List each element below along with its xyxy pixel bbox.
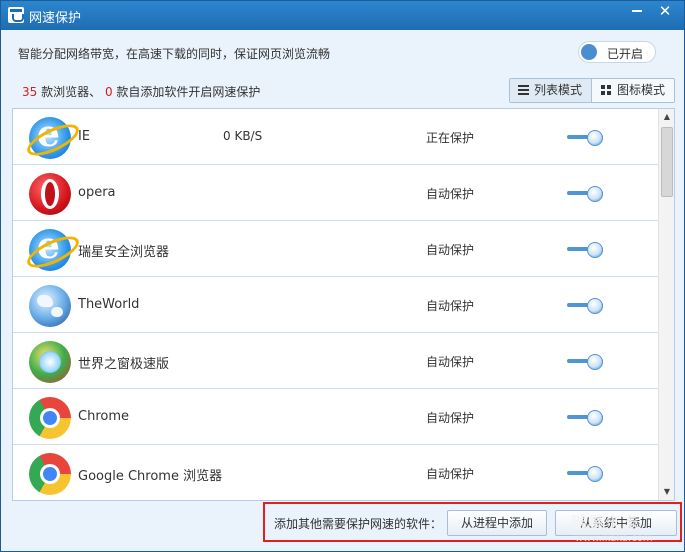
toggle-status-label: 已开启 xyxy=(607,47,644,61)
app-status: 正在保护 xyxy=(426,131,475,145)
icon-mode-label: 图标模式 xyxy=(617,83,666,97)
app-name: opera xyxy=(78,185,116,200)
protection-toggle[interactable] xyxy=(567,410,603,426)
app-status: 自动保护 xyxy=(426,467,475,481)
title-bar[interactable]: 网速保护 ✕ xyxy=(1,1,684,30)
scroll-thumb[interactable] xyxy=(661,127,673,197)
app-status: 自动保护 xyxy=(426,299,475,313)
scroll-down-arrow-icon[interactable]: ▼ xyxy=(659,484,674,500)
protected-count-summary: 35 款浏览器、 0 款自添加软件开启网速保护 xyxy=(22,83,260,100)
view-mode-switch: 列表模式 图标模式 xyxy=(509,78,675,103)
minimize-button[interactable] xyxy=(623,1,651,23)
ie-icon xyxy=(29,225,71,271)
list-item-theworld-chrome[interactable]: 世界之窗极速版 自动保护 xyxy=(13,333,658,389)
protection-master-toggle[interactable]: 已开启 xyxy=(578,41,656,63)
watermark-text: 瑞星卡卡 xyxy=(571,513,640,532)
list-item-chrome[interactable]: Chrome 自动保护 xyxy=(13,389,658,445)
browser-count-text: 款浏览器、 xyxy=(41,85,102,99)
app-name: 世界之窗极速版 xyxy=(78,357,170,372)
list-mode-label: 列表模式 xyxy=(534,83,583,97)
app-name: Google Chrome 浏览器 xyxy=(78,469,223,484)
list-mode-button[interactable]: 列表模式 xyxy=(510,79,592,102)
window-title: 网速保护 xyxy=(29,11,82,26)
list-item-rising-browser[interactable]: 瑞星安全浏览器 自动保护 xyxy=(13,221,658,277)
minimize-icon xyxy=(632,10,642,12)
toggle-knob xyxy=(581,44,597,60)
ie-icon xyxy=(29,113,71,159)
app-list: IE 0 KB/S 正在保护 opera 自动保护 瑞星安全浏览器 自动保护 T… xyxy=(12,108,675,501)
watermark-url: www.ikaka.com xyxy=(575,533,653,544)
add-software-label: 添加其他需要保护网速的软件： xyxy=(274,517,443,531)
vertical-scrollbar[interactable]: ▲ ▼ xyxy=(658,109,674,500)
app-name: TheWorld xyxy=(78,297,140,312)
feature-description: 智能分配网络带宽，在高速下载的同时，保证网页浏览流畅 xyxy=(18,47,331,61)
auto-add-text: 款自添加软件开启网速保护 xyxy=(116,85,261,99)
app-status: 自动保护 xyxy=(426,355,475,369)
icon-mode-button[interactable]: 图标模式 xyxy=(593,79,675,102)
app-status: 自动保护 xyxy=(426,411,475,425)
chrome-icon xyxy=(29,453,71,495)
protection-toggle[interactable] xyxy=(567,466,603,482)
protection-toggle[interactable] xyxy=(567,298,603,314)
auto-add-count: 0 xyxy=(104,85,113,99)
app-name: Chrome xyxy=(78,409,129,424)
opera-icon xyxy=(29,173,71,215)
site-watermark: 瑞星卡卡 www.ikaka.com xyxy=(561,507,683,549)
list-item-opera[interactable]: opera 自动保护 xyxy=(13,165,658,221)
chrome-icon xyxy=(29,397,71,439)
close-button[interactable]: ✕ xyxy=(651,1,679,23)
app-speed: 0 KB/S xyxy=(223,129,263,143)
app-logo-icon xyxy=(8,7,24,23)
protection-toggle[interactable] xyxy=(567,354,603,370)
list-item-google-chrome[interactable]: Google Chrome 浏览器 自动保护 xyxy=(13,445,658,500)
app-status: 自动保护 xyxy=(426,187,475,201)
browser-count: 35 xyxy=(22,85,38,99)
app-status: 自动保护 xyxy=(426,243,475,257)
list-item-theworld[interactable]: TheWorld 自动保护 xyxy=(13,277,658,333)
theworld-chrome-icon xyxy=(29,341,71,383)
protection-toggle[interactable] xyxy=(567,242,603,258)
theworld-icon xyxy=(29,285,71,327)
protection-toggle[interactable] xyxy=(567,186,603,202)
app-name: IE xyxy=(78,129,91,144)
grid-view-icon xyxy=(601,85,612,96)
add-from-process-button[interactable]: 从进程中添加 xyxy=(447,510,547,536)
scroll-up-arrow-icon[interactable]: ▲ xyxy=(659,109,674,125)
list-item-ie[interactable]: IE 0 KB/S 正在保护 xyxy=(13,109,658,165)
list-view-icon xyxy=(518,85,529,96)
network-speed-protection-window: 网速保护 ✕ 智能分配网络带宽，在高速下载的同时，保证网页浏览流畅 已开启 35… xyxy=(0,0,685,552)
protection-toggle[interactable] xyxy=(567,130,603,146)
app-name: 瑞星安全浏览器 xyxy=(78,245,170,260)
